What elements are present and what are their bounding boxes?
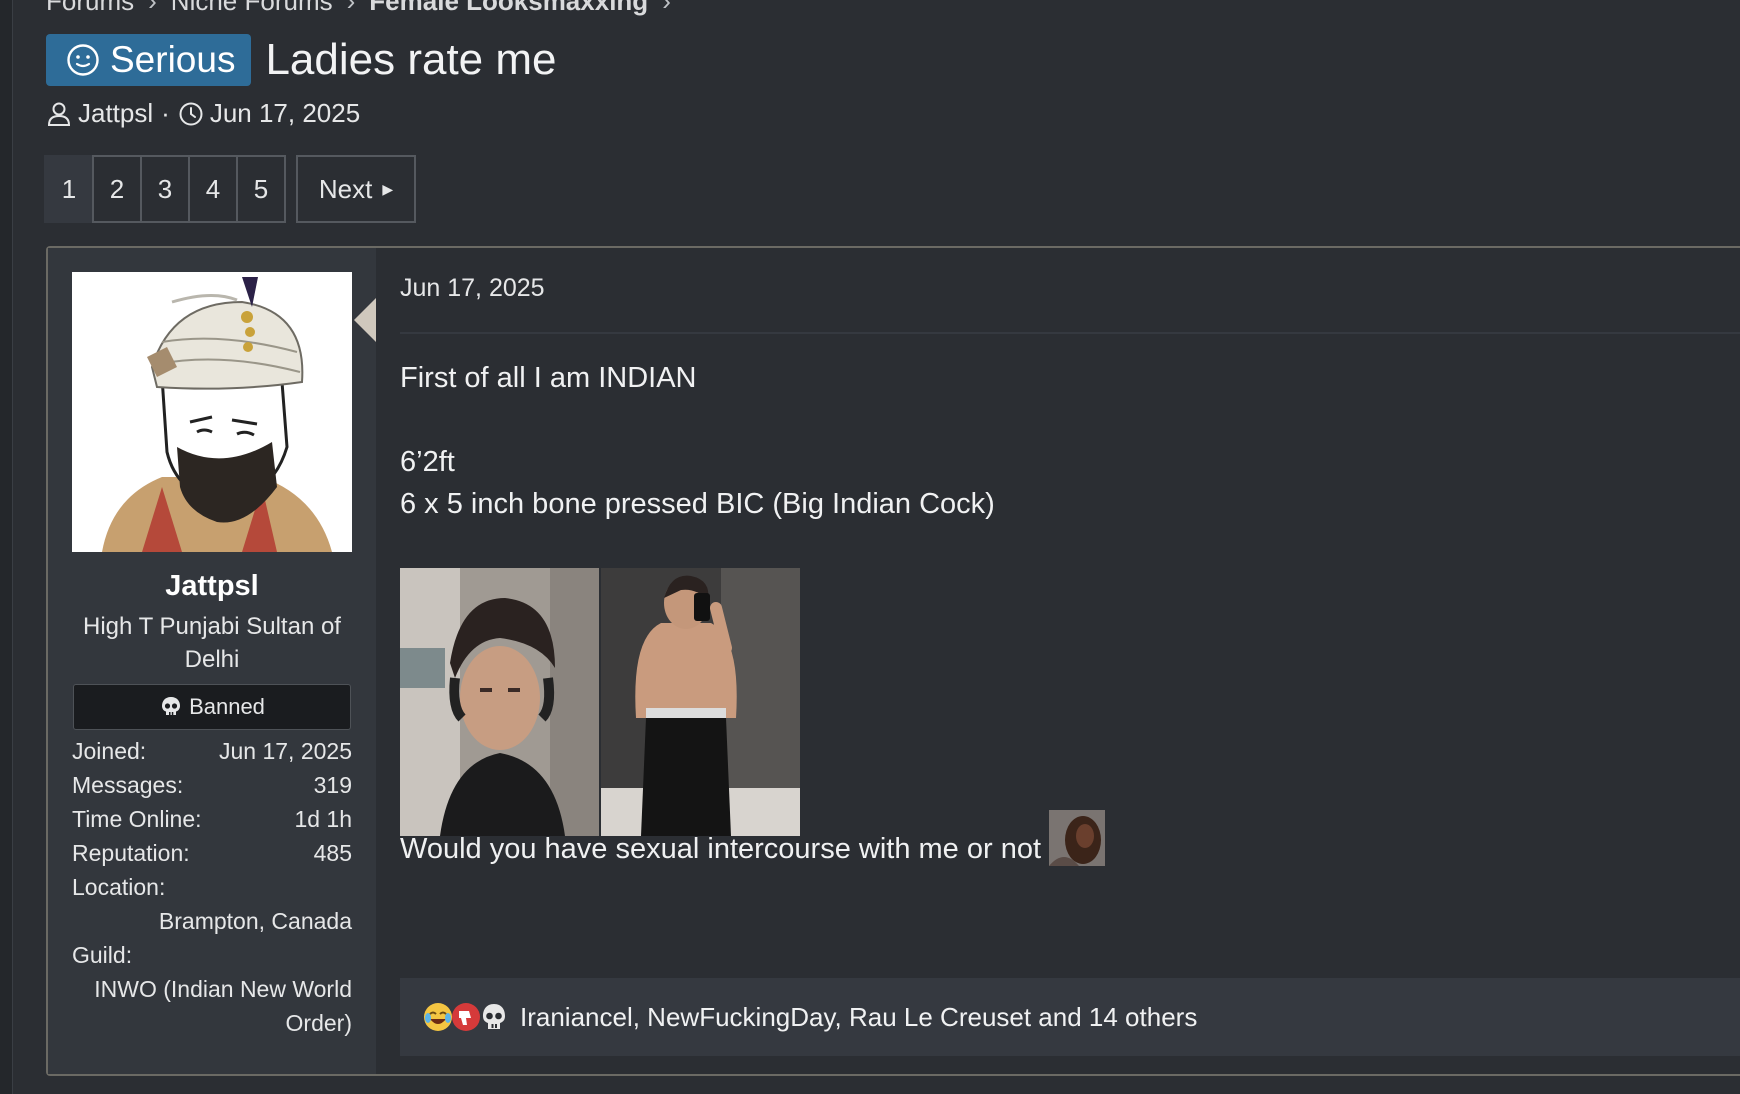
page-title: Ladies rate me — [265, 35, 557, 84]
user-icon — [47, 102, 71, 126]
post-body-question: Would you have sexual intercourse with m… — [400, 810, 1106, 866]
stat-value[interactable]: 319 — [314, 768, 352, 802]
banned-badge: Banned — [73, 684, 351, 730]
stat-joined: Joined: Jun 17, 2025 — [72, 734, 352, 768]
post-body-line: Would you have sexual intercourse with m… — [400, 833, 1042, 865]
page-4-button[interactable]: 4 — [188, 155, 238, 223]
stat-label: Guild: — [72, 942, 133, 968]
stat-label: Reputation: — [72, 840, 190, 866]
post-body-line: First of all I am INDIAN — [400, 362, 697, 394]
chevron-right-icon: › — [148, 0, 157, 16]
avatar[interactable] — [72, 272, 352, 552]
skull-icon — [483, 1004, 505, 1029]
next-label: Next — [318, 173, 373, 204]
reactions-list-link[interactable]: Iraniancel, NewFuckingDay, Rau Le Creuse… — [520, 1002, 1197, 1033]
stat-value: 485 — [313, 840, 352, 866]
post-body-line: 6’2ft — [400, 446, 455, 478]
page-2-button[interactable]: 2 — [92, 155, 142, 223]
thread-author-link[interactable]: Jattpsl — [78, 98, 153, 129]
next-page-button[interactable]: Next ▶ — [296, 155, 416, 223]
reactions-bar[interactable]: Iraniancel, NewFuckingDay, Rau Le Creuse… — [400, 978, 1740, 1056]
chevron-right-icon: › — [662, 0, 671, 16]
stat-messages: Messages: 319 — [72, 768, 352, 802]
breadcrumb: Forums › Niche Forums › Female Looksmaxxing › — [46, 0, 685, 17]
thread-prefix-badge[interactable]: Serious — [46, 34, 252, 86]
meta-separator: · — [161, 98, 170, 128]
thread-meta: Jattpsl · Jun 17, 2025 — [46, 98, 360, 129]
post-arrow — [354, 298, 376, 342]
post-container: Jattpsl High T Punjabi Sultan of Delhi B… — [46, 246, 1740, 1076]
smile-icon — [67, 44, 99, 76]
thread-prefix-label: Serious — [110, 39, 236, 80]
left-rail — [0, 0, 13, 1094]
breadcrumb-niche-forums[interactable]: Niche Forums — [171, 0, 333, 17]
stat-reputation: Reputation: 485 — [72, 836, 352, 870]
stat-label: Messages: — [72, 772, 184, 798]
stat-value: Jun 17, 2025 — [218, 738, 352, 764]
post-user-title: High T Punjabi Sultan of Delhi — [83, 613, 341, 673]
clock-icon — [179, 102, 203, 125]
post-body-line: 6 x 5 inch bone pressed BIC (Big Indian … — [400, 488, 995, 520]
pagination: 1 2 3 4 5 Next ▶ — [44, 155, 416, 223]
stat-time-online: Time Online: 1d 1h — [72, 802, 352, 836]
page-3-button[interactable]: 3 — [140, 155, 190, 223]
chevron-right-icon: › — [346, 0, 356, 16]
divider — [400, 332, 1740, 334]
breadcrumb-forums[interactable]: Forums — [46, 0, 134, 17]
page-5-button[interactable]: 5 — [236, 155, 286, 223]
thread-date-link[interactable]: Jun 17, 2025 — [210, 98, 360, 129]
mirror-photo[interactable] — [601, 568, 800, 836]
inline-reaction-image — [1049, 810, 1106, 866]
avatar-image — [72, 272, 352, 552]
post-user-cell: Jattpsl High T Punjabi Sultan of Delhi B… — [48, 248, 376, 1074]
stat-value[interactable]: Brampton, Canada — [72, 904, 352, 938]
post-date-link[interactable]: Jun 17, 2025 — [400, 274, 545, 303]
stat-value: 1d 1h — [294, 806, 352, 832]
banned-label: Banned — [189, 694, 265, 719]
post-username[interactable]: Jattpsl — [48, 570, 376, 603]
page-1-button[interactable]: 1 — [44, 155, 94, 223]
caret-right-icon: ▶ — [382, 180, 394, 197]
user-stats: Joined: Jun 17, 2025 Messages: 319 Time … — [72, 734, 352, 1040]
reaction-icons — [422, 1001, 506, 1033]
post-attachments — [400, 568, 800, 836]
stat-location: Location: Brampton, Canada — [72, 870, 352, 938]
selfie-photo[interactable] — [400, 568, 599, 836]
breadcrumb-female-looksmaxxing[interactable]: Female Looksmaxxing — [369, 0, 648, 17]
thread-title-row: Serious Ladies rate me — [46, 34, 557, 86]
skull-icon — [162, 697, 181, 715]
stat-value: INWO (Indian New World Order) — [94, 976, 352, 1036]
stat-label: Joined: — [72, 738, 147, 764]
stat-guild: Guild: INWO (Indian New World Order) — [72, 938, 352, 1040]
stat-label: Time Online: — [72, 806, 202, 832]
stat-label: Location: — [72, 874, 166, 900]
